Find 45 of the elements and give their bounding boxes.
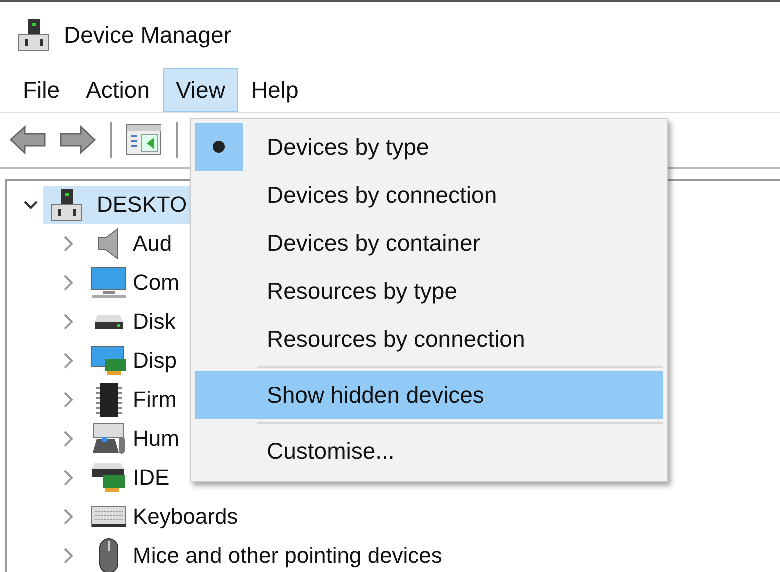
tree-item-label: DESKTO — [96, 190, 188, 218]
tree-item[interactable]: Disk — [129, 308, 176, 334]
menu-option[interactable]: Show hidden devices — [195, 371, 663, 419]
chevron-right-icon[interactable] — [62, 352, 76, 370]
back-icon[interactable] — [10, 125, 46, 155]
tree-item[interactable]: Keyboards — [129, 504, 238, 530]
chevron-right-icon[interactable] — [62, 430, 76, 448]
menu-option[interactable]: Devices by container — [195, 219, 663, 267]
chevron-right-icon[interactable] — [62, 508, 76, 526]
chip-icon — [95, 382, 123, 418]
menu-item[interactable]: View — [163, 68, 238, 112]
tree-item[interactable]: Disp — [129, 348, 178, 374]
tree-item[interactable]: IDE — [129, 464, 170, 490]
menu-option[interactable]: Resources by type — [195, 267, 663, 315]
menu-item[interactable]: File — [10, 68, 74, 112]
chevron-right-icon[interactable] — [62, 274, 76, 292]
tree-item[interactable]: Firm — [129, 386, 177, 412]
monitor-icon — [91, 266, 127, 298]
window-panel-icon[interactable] — [126, 124, 162, 156]
tree-item[interactable]: Aud — [129, 230, 172, 256]
device-manager-icon — [18, 18, 50, 52]
display-card-icon — [91, 346, 127, 376]
keyboard-mouse-icon — [91, 422, 127, 454]
mouse-icon — [98, 538, 120, 572]
computer-device-icon — [51, 188, 83, 222]
chevron-right-icon[interactable] — [62, 312, 76, 330]
menu-item[interactable]: Help — [238, 68, 312, 112]
controller-card-icon — [91, 462, 127, 494]
menu-option[interactable]: Devices by connection — [195, 171, 663, 219]
menu-option[interactable]: Customise... — [195, 427, 663, 475]
chevron-right-icon[interactable] — [62, 546, 76, 564]
chevron-right-icon[interactable] — [62, 234, 76, 252]
tree-item[interactable]: Mice and other pointing devices — [129, 542, 442, 568]
window-title: Device Manager — [64, 22, 232, 48]
drive-icon — [94, 314, 124, 330]
tree-item[interactable]: Com — [129, 270, 180, 296]
chevron-right-icon[interactable] — [62, 468, 76, 486]
tree-item[interactable]: Hum — [129, 426, 180, 452]
menu-option[interactable]: Resources by connection — [195, 315, 663, 363]
keyboard-icon — [91, 506, 127, 528]
menu-option[interactable]: Devices by type — [195, 123, 663, 171]
chevron-right-icon[interactable] — [62, 390, 76, 408]
forward-icon[interactable] — [60, 125, 96, 155]
speaker-icon — [97, 226, 121, 260]
menu-item[interactable]: Action — [73, 68, 163, 112]
